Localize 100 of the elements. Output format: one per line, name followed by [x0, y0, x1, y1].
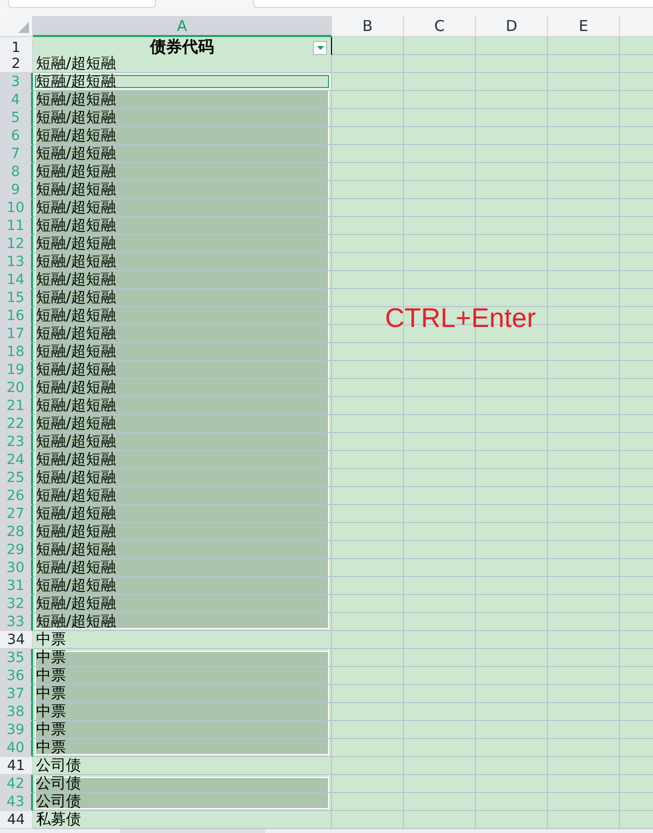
- table-cell: 短融/超短融: [33, 343, 332, 361]
- table-cell: 短融/超短融: [33, 487, 332, 505]
- table-cell: 短融/超短融: [33, 613, 332, 631]
- table-cell: 短融/超短融: [33, 541, 332, 559]
- column-header[interactable]: D: [476, 16, 548, 37]
- row-number[interactable]: 4: [0, 91, 33, 109]
- table-cell: 短融/超短融: [33, 397, 332, 415]
- row-number[interactable]: 35: [0, 649, 33, 667]
- table-cell: 中票: [33, 649, 332, 667]
- table-cell: 短融/超短融: [33, 91, 332, 109]
- table-cell: 短融/超短融: [33, 505, 332, 523]
- table-cell: 公司债: [33, 775, 332, 793]
- row-number[interactable]: 25: [0, 469, 33, 487]
- row-number[interactable]: 12: [0, 235, 33, 253]
- column-header[interactable]: B: [332, 16, 404, 37]
- row-number[interactable]: 9: [0, 181, 33, 199]
- shortcut-note: CTRL+Enter: [385, 303, 536, 334]
- table-cell: 短融/超短融: [33, 325, 332, 343]
- row-number[interactable]: 38: [0, 703, 33, 721]
- row-number[interactable]: 24: [0, 451, 33, 469]
- row-number[interactable]: 26: [0, 487, 33, 505]
- row-number[interactable]: 42: [0, 775, 33, 793]
- table-cell: 短融/超短融: [33, 559, 332, 577]
- table-cell: 短融/超短融: [33, 415, 332, 433]
- table-cell: 短融/超短融: [33, 469, 332, 487]
- table-cell: 短融/超短融: [33, 433, 332, 451]
- row-number[interactable]: 15: [0, 289, 33, 307]
- table-cell: 短融/超短融: [33, 163, 332, 181]
- table-cell: 短融/超短融: [33, 451, 332, 469]
- table-cell: 短融/超短融: [33, 73, 332, 91]
- row-number[interactable]: 22: [0, 415, 33, 433]
- caret-icon: [316, 46, 324, 50]
- row-number[interactable]: 2: [0, 55, 33, 73]
- table-cell: 短融/超短融: [33, 307, 332, 325]
- table-cell: 短融/超短融: [33, 253, 332, 271]
- table-cell: 短融/超短融: [33, 109, 332, 127]
- row-number[interactable]: 32: [0, 595, 33, 613]
- table-cell: 公司债: [33, 757, 332, 775]
- row-number[interactable]: 29: [0, 541, 33, 559]
- table-cell: 短融/超短融: [33, 235, 332, 253]
- row-number[interactable]: 34: [0, 631, 33, 649]
- row-number[interactable]: 21: [0, 397, 33, 415]
- row-number[interactable]: 7: [0, 145, 33, 163]
- table-cell: 短融/超短融: [33, 199, 332, 217]
- row-number[interactable]: 17: [0, 325, 33, 343]
- table-cell: 公司债: [33, 793, 332, 811]
- name-box-field[interactable]: [8, 0, 156, 8]
- row-number[interactable]: 14: [0, 271, 33, 289]
- row-number[interactable]: 40: [0, 739, 33, 757]
- row-number[interactable]: 39: [0, 721, 33, 739]
- table-cell: 中票: [33, 667, 332, 685]
- row-number[interactable]: 11: [0, 217, 33, 235]
- row-number[interactable]: 19: [0, 361, 33, 379]
- table-cell: 中票: [33, 685, 332, 703]
- row-number[interactable]: 18: [0, 343, 33, 361]
- row-number[interactable]: 41: [0, 757, 33, 775]
- row-number[interactable]: 6: [0, 127, 33, 145]
- filter-dropdown-button[interactable]: [313, 40, 327, 54]
- row-number[interactable]: 8: [0, 163, 33, 181]
- row-number[interactable]: 5: [0, 109, 33, 127]
- select-all-button[interactable]: [0, 16, 33, 37]
- scrollbar-track[interactable]: [0, 829, 653, 833]
- table-cell: 短融/超短融: [33, 595, 332, 613]
- column-title: 债券代码: [148, 37, 215, 58]
- table-cell: 短融/超短融: [33, 217, 332, 235]
- table-cell: 短融/超短融: [33, 145, 332, 163]
- row-number[interactable]: 43: [0, 793, 33, 811]
- scrollbar-thumb[interactable]: [120, 829, 265, 833]
- table-cell: 短融/超短融: [33, 577, 332, 595]
- table-cell: 短融/超短融: [33, 523, 332, 541]
- row-number[interactable]: 36: [0, 667, 33, 685]
- row-number[interactable]: 16: [0, 307, 33, 325]
- column-header[interactable]: E: [548, 16, 620, 37]
- row-number[interactable]: 31: [0, 577, 33, 595]
- triangle-icon: [18, 22, 29, 33]
- table-cell: 中票: [33, 739, 332, 757]
- column-header[interactable]: C: [404, 16, 476, 37]
- table-cell: 短融/超短融: [33, 361, 332, 379]
- table-cell: 中票: [33, 703, 332, 721]
- row-number[interactable]: 37: [0, 685, 33, 703]
- row-number[interactable]: 27: [0, 505, 33, 523]
- row-number[interactable]: 33: [0, 613, 33, 631]
- table-cell: 私募债: [33, 811, 332, 829]
- row-number[interactable]: 30: [0, 559, 33, 577]
- table-cell: 短融/超短融: [33, 379, 332, 397]
- row-number[interactable]: 44: [0, 811, 33, 829]
- column-header[interactable]: A: [33, 16, 332, 37]
- table-cell: 短融/超短融: [33, 181, 332, 199]
- row-number[interactable]: 13: [0, 253, 33, 271]
- table-cell: 短融/超短融: [33, 55, 332, 73]
- row-number[interactable]: 23: [0, 433, 33, 451]
- row-number[interactable]: 10: [0, 199, 33, 217]
- row-number[interactable]: 3: [0, 73, 33, 91]
- formula-field[interactable]: [253, 0, 653, 8]
- row-number[interactable]: 28: [0, 523, 33, 541]
- table-cell: 中票: [33, 721, 332, 739]
- table-cell: 短融/超短融: [33, 127, 332, 145]
- table-cell: 短融/超短融: [33, 289, 332, 307]
- row-number[interactable]: 20: [0, 379, 33, 397]
- table-cell: 短融/超短融: [33, 271, 332, 289]
